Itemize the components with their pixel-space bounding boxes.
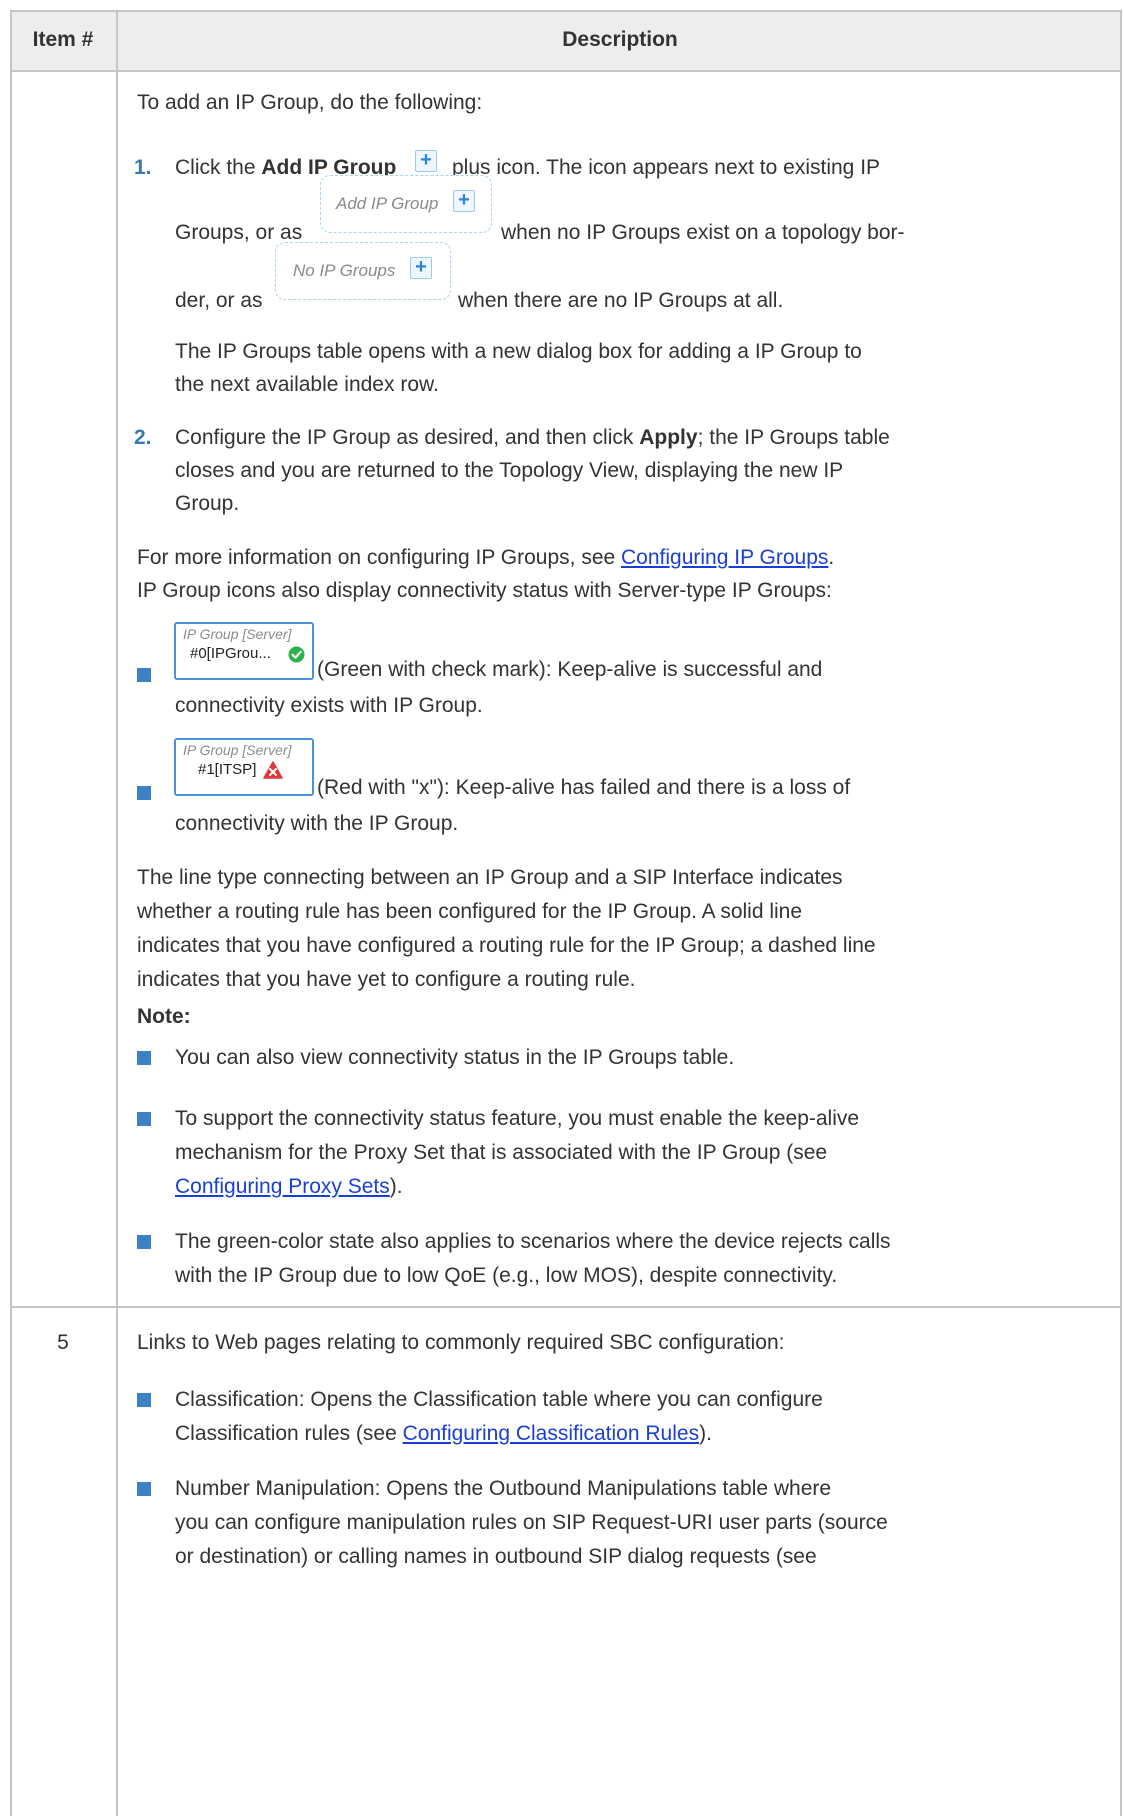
step-2-bold: Apply: [639, 426, 698, 449]
ip-group-badge-name: #0[IPGrou...: [190, 645, 271, 662]
step-2-line-1: Configure the IP Group as desired, and t…: [175, 425, 890, 451]
more-info-line: For more information on configuring IP G…: [137, 545, 834, 571]
classification-line-1: Classification: Opens the Classification…: [175, 1388, 823, 1411]
green-check-icon: [288, 646, 305, 663]
column-divider: [116, 10, 118, 1816]
note-1: You can also view connectivity status in…: [175, 1046, 735, 1069]
header-divider: [10, 70, 1122, 72]
note-2-line-1: To support the connectivity status featu…: [175, 1107, 860, 1130]
step-1-note-line-2: the next available index row.: [175, 373, 439, 396]
status-intro: IP Group icons also display connectivity…: [137, 579, 832, 602]
ip-group-badge-title: IP Group [Server]: [183, 742, 292, 758]
ip-group-status-red-badge: IP Group [Server] #1[ITSP]: [174, 738, 314, 796]
red-alert-icon: [263, 761, 283, 779]
note-3-line-2: with the IP Group due to low QoE (e.g., …: [175, 1264, 838, 1287]
note-2-line-2: mechanism for the Proxy Set that is asso…: [175, 1141, 828, 1164]
note-label: Note:: [137, 1005, 191, 1028]
no-ip-groups-badge-label: No IP Groups: [293, 261, 396, 280]
bullet-square: [137, 1235, 151, 1249]
note-2-line-3: Configuring Proxy Sets).: [175, 1174, 403, 1200]
add-ip-group-intro: To add an IP Group, do the following:: [137, 91, 483, 114]
status-green-line-1: (Green with check mark): Keep-alive is s…: [317, 658, 823, 681]
note-3-line-1: The green-color state also applies to sc…: [175, 1230, 891, 1253]
table-border-right: [1120, 10, 1122, 1816]
line-type-para-2: whether a routing rule has been configur…: [137, 900, 803, 923]
step-2-text-post: ; the IP Groups table: [697, 426, 890, 449]
line-type-para-4: indicates that you have yet to configure…: [137, 968, 636, 991]
step-2-line-2: closes and you are returned to the Topol…: [175, 459, 844, 482]
ip-group-badge-title: IP Group [Server]: [183, 626, 292, 642]
status-red-line-1: (Red with "x"): Keep-alive has failed an…: [317, 776, 851, 799]
step-1-number: 1.: [134, 156, 152, 179]
item-number: 5: [57, 1331, 69, 1354]
step-1-text-pre: Click the: [175, 156, 262, 179]
configuring-proxy-sets-link[interactable]: Configuring Proxy Sets: [175, 1175, 390, 1198]
classification-line-2: Classification rules (see Configuring Cl…: [175, 1421, 712, 1447]
step-1-line-1-post: plus icon. The icon appears next to exis…: [452, 156, 881, 179]
table-header: Item # Description: [10, 10, 1122, 70]
bullet-square: [137, 786, 151, 800]
line-type-para-1: The line type connecting between an IP G…: [137, 866, 843, 889]
table-border-top: [10, 10, 1122, 12]
status-green-line-2: connectivity exists with IP Group.: [175, 694, 483, 717]
note-2-close: ).: [389, 1175, 403, 1198]
classification-text-pre: Classification rules (see: [175, 1422, 403, 1445]
step-1-line-2-post: when no IP Groups exist on a topology bo…: [501, 221, 905, 244]
row-divider: [10, 1306, 1122, 1308]
step-2-text-pre: Configure the IP Group as desired, and t…: [175, 426, 640, 449]
number-manipulation-line-3: or destination) or calling names in outb…: [175, 1545, 817, 1568]
more-info-period: .: [828, 546, 835, 569]
add-plus-icon: +: [415, 150, 437, 172]
step-1-line-3-post: when there are no IP Groups at all.: [458, 289, 784, 312]
bullet-square: [137, 1393, 151, 1407]
column-header-description: Description: [562, 28, 678, 51]
line-type-para-3: indicates that you have configured a rou…: [137, 934, 876, 957]
bullet-square: [137, 1112, 151, 1126]
bullet-square: [137, 668, 151, 682]
plus-icon: +: [453, 190, 475, 212]
step-1-note-line-1: The IP Groups table opens with a new dia…: [175, 340, 862, 363]
no-ip-groups-badge: No IP Groups +: [275, 242, 451, 300]
add-ip-group-badge-label: Add IP Group: [336, 194, 439, 213]
table-border-left: [10, 10, 12, 1816]
classification-close: ).: [699, 1422, 712, 1445]
sbc-links-intro: Links to Web pages relating to commonly …: [137, 1331, 785, 1354]
more-info-text: For more information on configuring IP G…: [137, 546, 622, 569]
configuring-ip-groups-link[interactable]: Configuring IP Groups: [621, 546, 828, 569]
ip-group-badge-name: #1[ITSP]: [198, 761, 257, 778]
step-1-line-3-pre: der, or as: [175, 289, 263, 312]
column-header-item: Item #: [32, 28, 94, 51]
step-2-number: 2.: [134, 426, 152, 449]
bullet-square: [137, 1482, 151, 1496]
bullet-square: [137, 1051, 151, 1065]
number-manipulation-line-1: Number Manipulation: Opens the Outbound …: [175, 1477, 832, 1500]
add-ip-group-badge: Add IP Group +: [320, 175, 492, 233]
status-red-line-2: connectivity with the IP Group.: [175, 812, 459, 835]
number-manipulation-line-2: you can configure manipulation rules on …: [175, 1511, 888, 1534]
configuring-classification-rules-link[interactable]: Configuring Classification Rules: [403, 1422, 699, 1445]
ip-group-status-green-badge: IP Group [Server] #0[IPGrou...: [174, 622, 314, 680]
plus-icon: +: [410, 257, 432, 279]
step-2-line-3: Group.: [175, 492, 240, 515]
description-table: Item # Description To add an IP Group, d…: [10, 10, 1122, 1816]
